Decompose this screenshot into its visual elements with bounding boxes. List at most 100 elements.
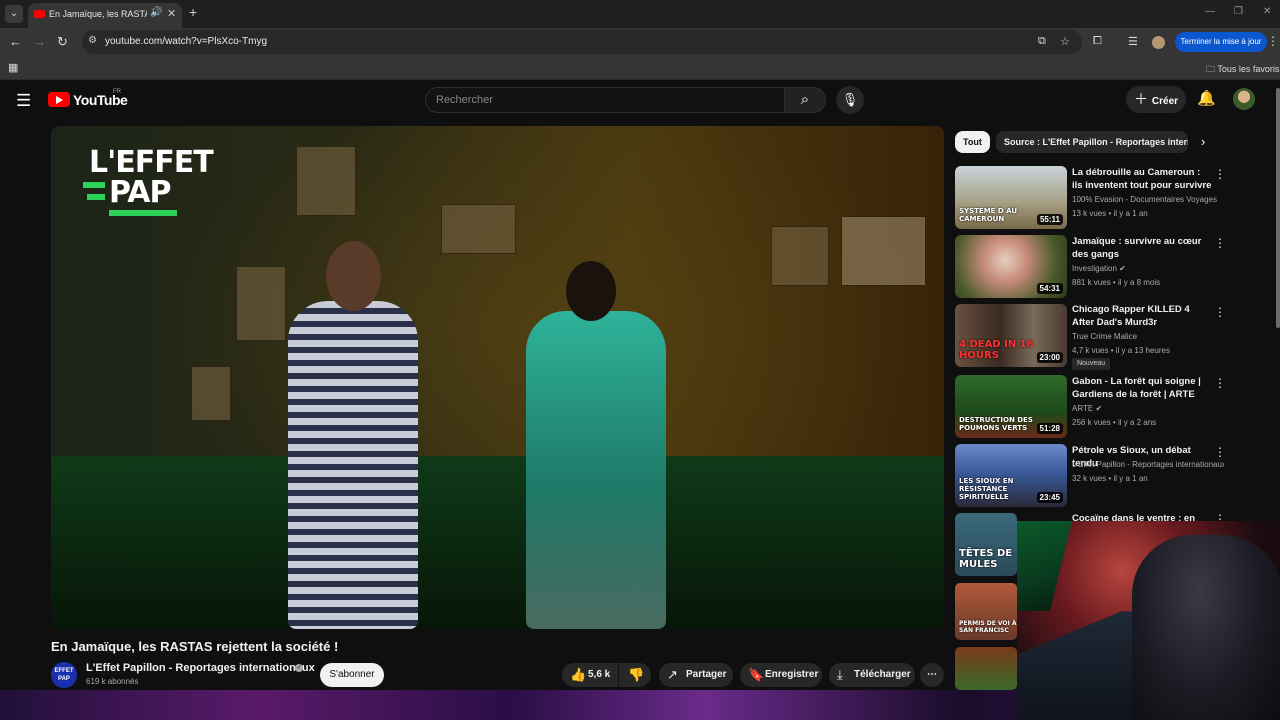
site-info-icon[interactable]: ⚙ — [88, 35, 97, 46]
speaker-icon[interactable]: 🔊 — [150, 7, 162, 18]
channel-name-text: ARTE — [1072, 404, 1094, 413]
logo-line-1: L'EFFET — [89, 145, 214, 180]
forward-icon[interactable]: → — [33, 34, 46, 49]
video-title-link[interactable]: Gabon - La forêt qui soigne | Gardiens d… — [1072, 375, 1212, 401]
video-scene-floor — [51, 456, 944, 629]
chip-source[interactable]: Source : L'Effet Papillon - Reportages i… — [996, 131, 1188, 153]
voice-search-button[interactable]: 🎙 — [836, 86, 864, 114]
video-title: En Jamaïque, les RASTAS rejettent la soc… — [51, 639, 339, 654]
channel-name[interactable]: 100% Evasion - Documentaires Voyages — [1072, 195, 1224, 204]
more-options-icon[interactable]: ⋮ — [1214, 445, 1226, 459]
channel-name[interactable]: Investigation ✔ — [1072, 264, 1224, 273]
thumbnail-text: PERMIS DE VOI À SAN FRANCISC — [959, 620, 1017, 634]
youtube-favicon-icon — [34, 10, 45, 18]
dislike-button[interactable]: 👎 — [619, 663, 651, 687]
page-scrollbar[interactable] — [1276, 88, 1280, 328]
video-meta: 32 k vues • il y a 1 an — [1072, 474, 1148, 483]
video-thumbnail[interactable]: LES SIOUX EN RÉSISTANCE SPIRITUELLE 23:4… — [955, 444, 1067, 507]
effet-papillon-logo: L'EFFET PAP — [83, 145, 214, 216]
youtube-logo-icon[interactable] — [48, 92, 70, 107]
video-meta: 256 k vues • il y a 2 ans — [1072, 418, 1157, 427]
bookmark-star-icon[interactable]: ☆ — [1060, 35, 1070, 48]
subscribe-button[interactable]: S'abonner — [320, 663, 384, 687]
bookmark-icon: 🔖 — [748, 667, 765, 682]
save-button[interactable]: 🔖 Enregistrer — [740, 663, 822, 687]
video-player[interactable]: L'EFFET PAP — [51, 126, 944, 629]
reload-icon[interactable]: ↻ — [57, 34, 68, 50]
search-placeholder: Rechercher — [436, 94, 493, 106]
search-button[interactable]: ⌕ — [784, 87, 826, 113]
logo-bar — [109, 210, 177, 216]
video-thumbnail[interactable]: 54:31 — [955, 235, 1067, 298]
more-actions-button[interactable]: ⋯ — [920, 663, 944, 687]
profile-avatar[interactable] — [1152, 36, 1165, 49]
thumbs-up-icon: 👍 — [570, 667, 587, 682]
chip-all[interactable]: Tout — [955, 131, 990, 153]
save-label: Enregistrer — [765, 669, 819, 680]
thumbnail-text: LES SIOUX EN RÉSISTANCE SPIRITUELLE — [959, 477, 1014, 501]
channel-name[interactable]: True Crime Malice — [1072, 332, 1224, 341]
minimize-icon[interactable]: — — [1205, 6, 1215, 17]
country-code: FR — [113, 89, 121, 95]
thumbnail-text: TÊTES DE MULES — [959, 548, 1013, 570]
chevron-right-icon[interactable]: › — [1201, 134, 1205, 149]
channel-name[interactable]: L'Effet Papillon - Reportages internatio… — [86, 662, 315, 674]
browser-menu-icon[interactable]: ⋮ — [1267, 34, 1279, 48]
apps-grid-icon[interactable]: ▦ — [8, 61, 18, 74]
video-thumbnail[interactable]: TÊTES DE MULES — [955, 513, 1017, 576]
search-input[interactable]: Rechercher — [425, 87, 785, 113]
video-duration: 23:45 — [1036, 492, 1063, 503]
create-button[interactable]: ＋ Créer — [1126, 86, 1186, 113]
thumbnail-text: 4 DEAD IN 16 HOURS — [959, 339, 1034, 361]
update-button[interactable]: Terminer la mise à jour — [1175, 32, 1267, 52]
browser-tabbar: ⌄ En Jamaïque, les RASTAS re 🔊 ✕ + — ❐ ✕ — [0, 0, 1280, 28]
new-tab-icon[interactable]: + — [189, 4, 197, 20]
download-icon: ⤓ — [837, 667, 843, 682]
channel-avatar[interactable]: EFFET PAP — [51, 662, 77, 688]
folder-icon: 🗀 — [1206, 64, 1218, 74]
tab-title: En Jamaïque, les RASTAS re — [49, 9, 147, 19]
close-tab-icon[interactable]: ✕ — [167, 7, 176, 20]
video-thumbnail[interactable]: DESTRUCTION DES POUMONS VERTS 51:28 — [955, 375, 1067, 438]
verified-badge-icon: ✓ — [295, 664, 303, 672]
all-bookmarks-folder[interactable]: 🗀 Tous les favoris — [1206, 62, 1279, 78]
menu-icon[interactable]: ☰ — [16, 91, 31, 111]
video-duration: 55:11 — [1036, 214, 1063, 225]
bookmarks-bar: ▦ 🗀 Tous les favoris — [0, 56, 1280, 80]
close-window-icon[interactable]: ✕ — [1263, 6, 1271, 17]
cast-icon[interactable]: ⧉ — [1038, 35, 1046, 48]
more-options-icon[interactable]: ⋮ — [1214, 376, 1226, 390]
user-avatar[interactable] — [1233, 88, 1255, 110]
reading-list-icon[interactable]: ☰ — [1128, 35, 1138, 48]
address-bar[interactable]: ⚙ youtube.com/watch?v=PlsXco-Tmyg ⧉ ☆ — [82, 30, 1082, 54]
video-title-link[interactable]: Jamaïque : survivre au cœur des gangs — [1072, 235, 1212, 261]
more-options-icon[interactable]: ⋮ — [1214, 305, 1226, 319]
video-title-link[interactable]: La débrouille au Cameroun : ils inventen… — [1072, 166, 1212, 192]
download-button[interactable]: ⤓ Télécharger — [829, 663, 915, 687]
download-label: Télécharger — [854, 669, 911, 680]
channel-name[interactable]: ARTE ✔ — [1072, 404, 1224, 413]
video-duration: 54:31 — [1036, 283, 1063, 294]
browser-tab[interactable]: En Jamaïque, les RASTAS re 🔊 ✕ — [28, 3, 182, 28]
share-button[interactable]: ↗ Partager — [659, 663, 733, 687]
video-thumbnail[interactable]: SYSTÈME D AU CAMEROUN 55:11 — [955, 166, 1067, 229]
maximize-icon[interactable]: ❐ — [1234, 6, 1243, 17]
more-options-icon[interactable]: ⋮ — [1214, 167, 1226, 181]
scene-person-striped-shirt — [288, 301, 418, 629]
back-icon[interactable]: ← — [9, 34, 22, 49]
channel-name[interactable]: L'Effet Papillon - Reportages internatio… — [1072, 460, 1224, 469]
extensions-icon[interactable]: ⧠ — [1093, 35, 1102, 48]
notifications-bell-icon[interactable]: 🔔 — [1197, 89, 1216, 107]
video-meta: 4,7 k vues • il y a 13 heures — [1072, 346, 1170, 355]
video-title-link[interactable]: Chicago Rapper KILLED 4 After Dad's Murd… — [1072, 303, 1212, 329]
like-button[interactable]: 👍 5,6 k — [562, 663, 618, 687]
video-thumbnail[interactable]: PERMIS DE VOI À SAN FRANCISC — [955, 583, 1017, 640]
scene-poster — [441, 204, 516, 254]
logo-bar — [87, 194, 105, 200]
url-text[interactable]: youtube.com/watch?v=PlsXco-Tmyg — [105, 36, 267, 47]
verified-badge-icon: ✔ — [1095, 404, 1103, 413]
more-options-icon[interactable]: ⋮ — [1214, 236, 1226, 250]
tab-search-icon[interactable]: ⌄ — [5, 5, 23, 23]
video-thumbnail[interactable] — [955, 647, 1017, 690]
video-thumbnail[interactable]: 4 DEAD IN 16 HOURS 23:00 — [955, 304, 1067, 367]
